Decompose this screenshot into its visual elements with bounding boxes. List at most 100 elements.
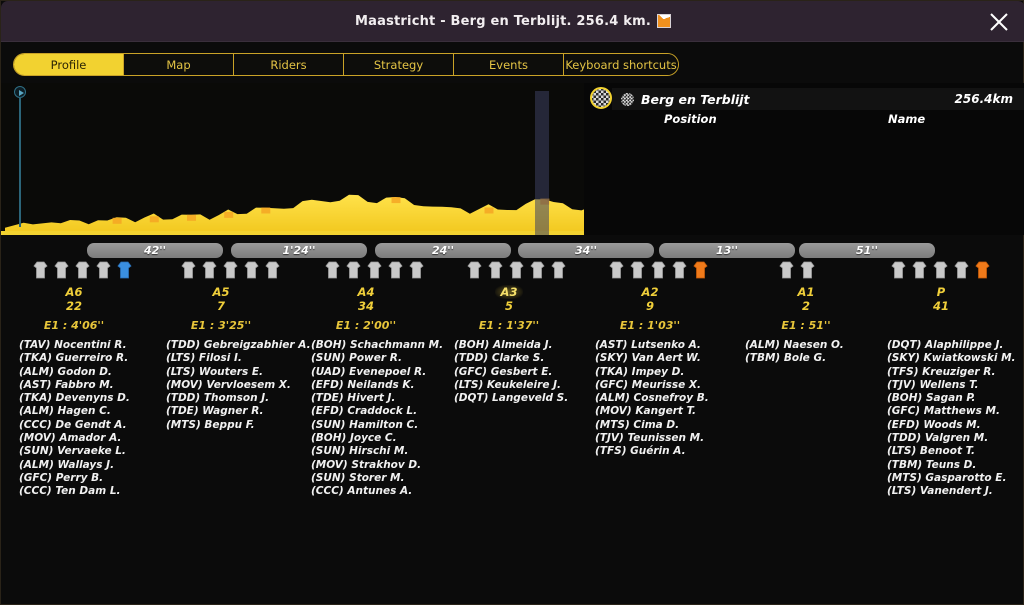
jersey-icon-grey[interactable] <box>488 261 503 279</box>
group-label-a6[interactable]: A6 <box>29 285 119 299</box>
list-item[interactable]: (TJV) Wellens T. <box>887 379 1024 392</box>
jersey-icon-grey[interactable] <box>509 261 524 279</box>
list-item[interactable]: (TDD) Valgren M. <box>887 432 1024 445</box>
jersey-row-a4[interactable] <box>325 261 424 281</box>
list-item[interactable]: (EFD) Woods M. <box>887 419 1024 432</box>
group-label-a1[interactable]: A1 <box>761 285 851 299</box>
jersey-icon-grey[interactable] <box>933 261 948 279</box>
list-item[interactable]: (TFS) Guérin A. <box>595 445 745 458</box>
list-item[interactable]: (MOV) Amador A. <box>19 432 169 445</box>
list-item[interactable]: (TKA) Guerreiro R. <box>19 352 169 365</box>
jersey-icon-grey[interactable] <box>244 261 259 279</box>
list-item[interactable]: (LTS) Filosi I. <box>166 352 316 365</box>
list-item[interactable]: (TJV) Teunissen M. <box>595 432 745 445</box>
list-item[interactable]: (TDD) Clarke S. <box>454 352 604 365</box>
list-item[interactable]: (SUN) Storer M. <box>311 472 461 485</box>
list-item[interactable]: (SUN) Power R. <box>311 352 461 365</box>
list-item[interactable]: (CCC) Ten Dam L. <box>19 485 169 498</box>
tab-strategy[interactable]: Strategy <box>344 54 454 75</box>
jersey-icon-grey[interactable] <box>325 261 340 279</box>
jersey-icon-orange[interactable] <box>693 261 708 279</box>
jersey-row-a2[interactable] <box>609 261 708 281</box>
list-item[interactable]: (SUN) Hirschi M. <box>311 445 461 458</box>
jersey-icon-grey[interactable] <box>779 261 794 279</box>
group-label-a2[interactable]: A2 <box>605 285 695 299</box>
list-item[interactable]: (EFD) Neilands K. <box>311 379 461 392</box>
jersey-icon-grey[interactable] <box>630 261 645 279</box>
list-item[interactable]: (SUN) Hamilton C. <box>311 419 461 432</box>
list-item[interactable]: (SKY) Van Aert W. <box>595 352 745 365</box>
tab-map[interactable]: Map <box>124 54 234 75</box>
list-item[interactable]: (ALM) Naesen O. <box>745 339 895 352</box>
jersey-row-a5[interactable] <box>181 261 280 281</box>
list-item[interactable]: (DQT) Langeveld S. <box>454 392 604 405</box>
jersey-icon-grey[interactable] <box>891 261 906 279</box>
list-item[interactable]: (SKY) Kwiatkowski M. <box>887 352 1024 365</box>
list-item[interactable]: (ALM) Hagen C. <box>19 405 169 418</box>
list-item[interactable]: (MOV) Strakhov D. <box>311 459 461 472</box>
tab-riders[interactable]: Riders <box>234 54 344 75</box>
jersey-row-a3[interactable] <box>467 261 566 281</box>
group-label-a5[interactable]: A5 <box>176 285 266 299</box>
list-item[interactable]: (CCC) Antunes A. <box>311 485 461 498</box>
list-item[interactable]: (GFC) Matthews M. <box>887 405 1024 418</box>
jersey-icon-grey[interactable] <box>609 261 624 279</box>
list-item[interactable]: (TDD) Gebreigzabhier A. <box>166 339 316 352</box>
list-item[interactable]: (TFS) Kreuziger R. <box>887 366 1024 379</box>
jersey-icon-grey[interactable] <box>651 261 666 279</box>
jersey-icon-grey[interactable] <box>954 261 969 279</box>
list-item[interactable]: (TBM) Bole G. <box>745 352 895 365</box>
list-item[interactable]: (GFC) Meurisse X. <box>595 379 745 392</box>
group-label-p[interactable]: P <box>896 285 986 299</box>
list-item[interactable]: (UAD) Evenepoel R. <box>311 366 461 379</box>
jersey-icon-grey[interactable] <box>800 261 815 279</box>
group-label-a3[interactable]: A3 <box>464 285 554 299</box>
jersey-icon-grey[interactable] <box>265 261 280 279</box>
jersey-row-a1[interactable] <box>779 261 815 281</box>
tab-events[interactable]: Events <box>454 54 564 75</box>
list-item[interactable]: (TKA) Devenyns D. <box>19 392 169 405</box>
jersey-row-a6[interactable] <box>33 261 132 281</box>
jersey-icon-grey[interactable] <box>367 261 382 279</box>
list-item[interactable]: (MTS) Gasparotto E. <box>887 472 1024 485</box>
list-item[interactable]: (LTS) Wouters E. <box>166 366 316 379</box>
list-item[interactable]: (TKA) Impey D. <box>595 366 745 379</box>
tab-profile[interactable]: Profile <box>14 54 124 75</box>
list-item[interactable]: (TBM) Teuns D. <box>887 459 1024 472</box>
list-item[interactable]: (BOH) Sagan P. <box>887 392 1024 405</box>
list-item[interactable]: (BOH) Schachmann M. <box>311 339 461 352</box>
close-button[interactable] <box>981 4 1017 40</box>
jersey-icon-grey[interactable] <box>530 261 545 279</box>
jersey-icon-grey[interactable] <box>202 261 217 279</box>
list-item[interactable]: (LTS) Benoot T. <box>887 445 1024 458</box>
list-item[interactable]: (BOH) Joyce C. <box>311 432 461 445</box>
group-label-a4[interactable]: A4 <box>321 285 411 299</box>
elevation-profile-chart[interactable] <box>1 83 605 235</box>
list-item[interactable]: (SUN) Vervaeke L. <box>19 445 169 458</box>
list-item[interactable]: (ALM) Godon D. <box>19 366 169 379</box>
list-item[interactable]: (LTS) Keukeleire J. <box>454 379 604 392</box>
jersey-icon-grey[interactable] <box>672 261 687 279</box>
jersey-icon-grey[interactable] <box>346 261 361 279</box>
jersey-icon-grey[interactable] <box>181 261 196 279</box>
list-item[interactable]: (ALM) Cosnefroy B. <box>595 392 745 405</box>
jersey-icon-grey[interactable] <box>388 261 403 279</box>
jersey-icon-grey[interactable] <box>75 261 90 279</box>
jersey-icon-grey[interactable] <box>96 261 111 279</box>
list-item[interactable]: (TDD) Thomson J. <box>166 392 316 405</box>
list-item[interactable]: (LTS) Vanendert J. <box>887 485 1024 498</box>
list-item[interactable]: (MTS) Beppu F. <box>166 419 316 432</box>
jersey-icon-grey[interactable] <box>33 261 48 279</box>
list-item[interactable]: (CCC) De Gendt A. <box>19 419 169 432</box>
jersey-icon-grey[interactable] <box>409 261 424 279</box>
list-item[interactable]: (ALM) Wallays J. <box>19 459 169 472</box>
jersey-icon-grey[interactable] <box>54 261 69 279</box>
jersey-icon-grey[interactable] <box>551 261 566 279</box>
list-item[interactable]: (BOH) Almeida J. <box>454 339 604 352</box>
list-item[interactable]: (TAV) Nocentini R. <box>19 339 169 352</box>
list-item[interactable]: (DQT) Alaphilippe J. <box>887 339 1024 352</box>
list-item[interactable]: (AST) Fabbro M. <box>19 379 169 392</box>
jersey-icon-grey[interactable] <box>467 261 482 279</box>
list-item[interactable]: (MTS) Cima D. <box>595 419 745 432</box>
jersey-row-p[interactable] <box>891 261 990 281</box>
